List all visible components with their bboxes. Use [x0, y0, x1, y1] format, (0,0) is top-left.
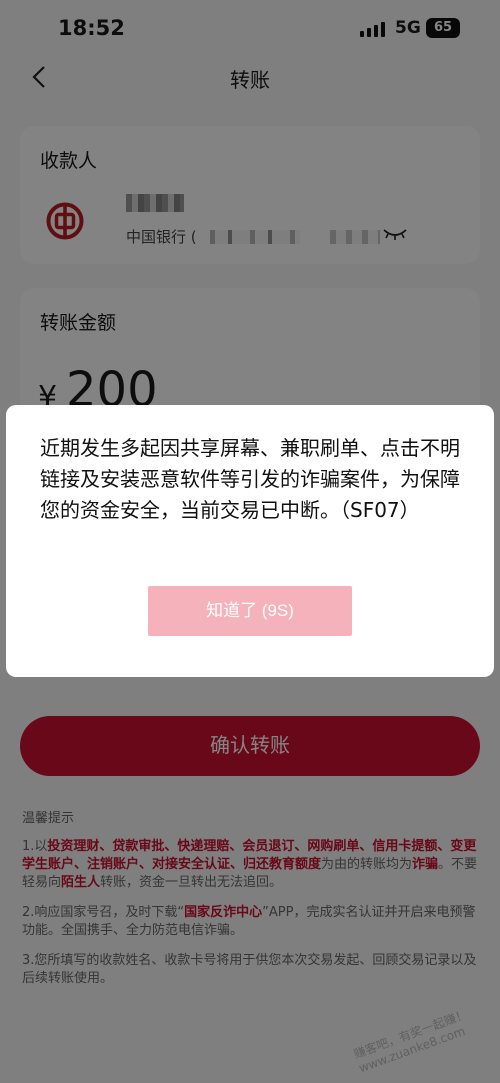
fraud-warning-dialog: 近期发生多起因共享屏幕、兼职刷单、点击不明链接及安装恶意软件等引发的诈骗案件，为…: [6, 405, 494, 677]
dialog-message: 近期发生多起因共享屏幕、兼职刷单、点击不明链接及安装恶意软件等引发的诈骗案件，为…: [40, 436, 460, 522]
acknowledge-button[interactable]: 知道了 (9S): [148, 586, 352, 636]
